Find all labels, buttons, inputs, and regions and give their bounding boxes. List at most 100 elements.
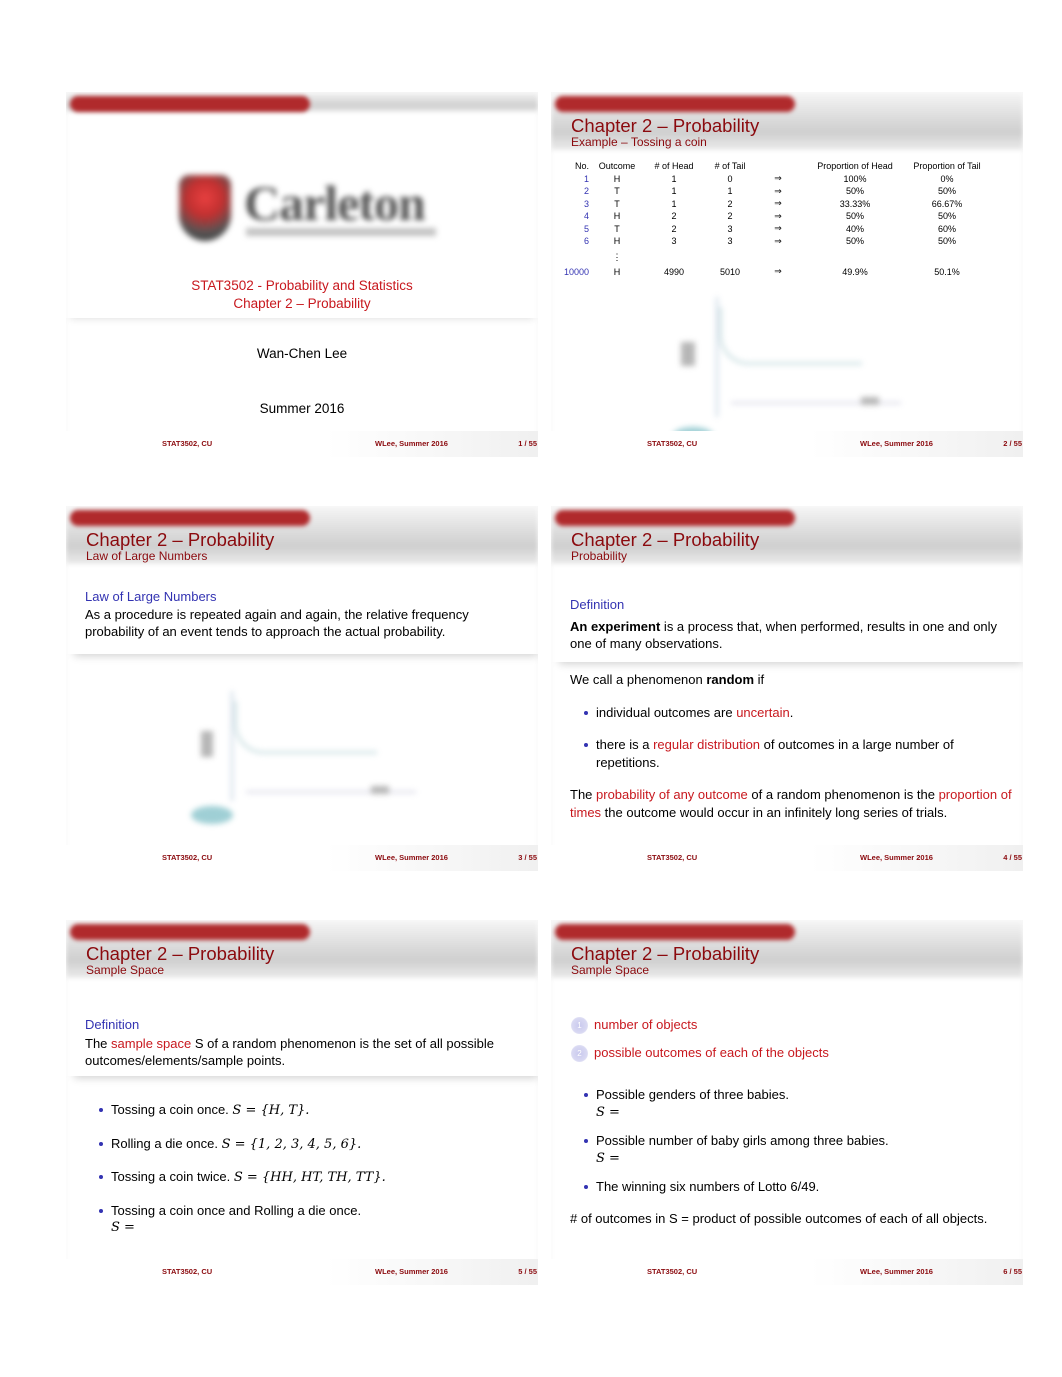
cell-prop-head: 50% (845, 211, 864, 222)
probability-definition: The probability of any outcome of a rand… (570, 787, 1012, 820)
list-item: The winning six numbers of Lotto 6/49. (582, 1178, 1002, 1196)
col-header (753, 160, 803, 173)
list-item: Possible genders of three babies. S = (582, 1086, 1002, 1121)
col-header: Proportion of Head (817, 161, 893, 172)
footer-author: WLee, Summer 2016 (860, 439, 933, 448)
block-title: Definition (85, 1017, 140, 1032)
chart-label (201, 731, 213, 757)
implies-arrow-icon: ⇒ (774, 173, 782, 184)
cell-heads: 1 (671, 173, 677, 184)
slide-header-redbar (70, 96, 310, 112)
slide-subtitle: Law of Large Numbers (86, 549, 208, 563)
slide-subtitle: Example – Tossing a coin (571, 135, 707, 149)
page-number: 2 / 55 (1003, 439, 1022, 448)
cell-outcome: H (613, 236, 621, 247)
table-ellipsis-row: ⋮ (559, 248, 987, 266)
slide-footer: STAT3502, CU WLee, Summer 2016 5 / 55 (66, 1259, 538, 1285)
cell-prop-tail: 50.1% (934, 266, 960, 277)
cell-no: 3 (583, 198, 589, 209)
list-item: individual outcomes are uncertain. (582, 704, 1015, 722)
logo-wordmark: Carleton (244, 175, 426, 231)
page-number: 5 / 55 (518, 1267, 537, 1276)
list-item: Possible number of baby girls among thre… (582, 1132, 1002, 1167)
slide-subtitle: Sample Space (571, 963, 650, 977)
cell-prop-head: 33.33% (839, 198, 871, 209)
table-header-row: No. Outcome # of Head # of Tail Proporti… (559, 160, 987, 173)
chart-axis (231, 691, 233, 801)
cell-no: 6 (583, 236, 589, 247)
implies-arrow-icon: ⇒ (774, 235, 782, 246)
cell-heads: 3 (671, 236, 677, 247)
cell-outcome: T (614, 198, 620, 209)
slide-1-title: Carleton STAT3502 - Probability and Stat… (66, 92, 538, 457)
table-row: 2 T 1 1 ⇒ 50% 50% (559, 185, 987, 198)
footer-course: STAT3502, CU (647, 853, 698, 862)
random-intro: We call a phenomenon random if (570, 672, 765, 687)
footer-author: WLee, Summer 2016 (860, 853, 933, 862)
definition-text: The sample space S of a random phenomeno… (85, 1035, 495, 1069)
enum-number-ball-icon: 1 (571, 1017, 588, 1035)
slide-footer: STAT3502, CU WLee, Summer 2016 1 / 55 (66, 431, 538, 457)
cell-tails: 0 (727, 173, 733, 184)
footer-course: STAT3502, CU (162, 1267, 213, 1276)
definition-block-content: Definition An experiment is a process th… (570, 596, 1015, 653)
cell-no: 10000 (563, 266, 589, 277)
cell-tails: 3 (727, 236, 733, 247)
implies-arrow-icon: ⇒ (774, 223, 782, 234)
col-header: Proportion of Tail (913, 161, 981, 172)
implies-arrow-icon: ⇒ (774, 210, 782, 221)
slide-header-redbar (555, 96, 795, 112)
page-number: 1 / 55 (518, 439, 537, 448)
chart-curve (234, 701, 377, 754)
outcome-count-rule: # of outcomes in S = product of possible… (570, 1211, 988, 1226)
cell-prop-head: 50% (845, 236, 864, 247)
page-number: 3 / 55 (518, 853, 537, 862)
cell-heads: 4990 (663, 266, 685, 277)
table-row: 5 T 2 3 ⇒ 40% 60% (559, 223, 987, 236)
table-row-last: 10000 H 4990 5010 ⇒ 49.9% 50.1% (559, 266, 987, 279)
date: Summer 2016 (259, 401, 345, 416)
chart-curve (719, 307, 862, 365)
slide-title: Chapter 2 – Probability (86, 943, 275, 964)
table-body: 1 H 1 0 ⇒ 100% 0% 2 T 1 1 ⇒ 50% 50% 3 T 1 2 ⇒ 33.33% 66.67% 4… (559, 173, 987, 248)
slide-footer: STAT3502, CU WLee, Summer 2016 4 / 55 (551, 845, 1023, 871)
enum-number-ball-icon: 2 (571, 1045, 588, 1063)
block-title: Law of Large Numbers (85, 589, 217, 604)
table-row: 3 T 1 2 ⇒ 33.33% 66.67% (559, 198, 987, 211)
cell-outcome: H (613, 173, 621, 184)
cell-tails: 2 (727, 198, 733, 209)
list-item: Tossing a coin once and Rolling a die on… (97, 1202, 517, 1237)
block-title: Definition (570, 597, 625, 612)
chapter-title: Chapter 2 – Probability (233, 296, 371, 311)
sample-space-examples: Tossing a coin once. S = {H, T}. Rolling… (97, 1101, 517, 1237)
page-number: 6 / 55 (1003, 1267, 1022, 1276)
cell-prop-tail: 0% (940, 173, 954, 184)
table-row: 1 H 1 0 ⇒ 100% 0% (559, 173, 987, 186)
list-item: Tossing a coin once. S = {H, T}. (97, 1101, 517, 1120)
block-text: As a procedure is repeated again and aga… (85, 606, 469, 640)
slide-3-law-large-numbers: Chapter 2 – Probability Law of Large Num… (66, 506, 538, 871)
chart-label (371, 786, 389, 794)
cell-prop-tail: 50% (937, 186, 956, 197)
slide-footer: STAT3502, CU WLee, Summer 2016 2 / 55 (551, 431, 1023, 457)
table-row: 6 H 3 3 ⇒ 50% 50% (559, 235, 987, 248)
cell-tails: 2 (727, 211, 733, 222)
implies-arrow-icon: ⇒ (774, 266, 782, 277)
col-header: Outcome (598, 161, 636, 172)
cell-heads: 1 (671, 186, 677, 197)
cell-outcome: H (613, 266, 621, 277)
implies-arrow-icon: ⇒ (774, 198, 782, 209)
slide-title: Chapter 2 – Probability (571, 529, 760, 550)
slide-subtitle: Sample Space (86, 963, 165, 977)
carleton-logo: Carleton (174, 172, 439, 244)
table-row: 4 H 2 2 ⇒ 50% 50% (559, 210, 987, 223)
slide-title: Chapter 2 – Probability (571, 943, 760, 964)
coin-toss-table: No. Outcome # of Head # of Tail Proporti… (559, 160, 987, 278)
cell-prop-tail: 66.67% (931, 198, 963, 209)
course-title: STAT3502 - Probability and Statistics (191, 278, 413, 293)
definition-block-content: Definition The sample space S of a rando… (85, 1016, 525, 1070)
cell-tails: 3 (727, 223, 733, 234)
slide-2-coin-toss: Chapter 2 – Probability Example – Tossin… (551, 92, 1023, 457)
cell-no: 4 (583, 211, 589, 222)
cell-prop-head: 100% (843, 173, 867, 184)
